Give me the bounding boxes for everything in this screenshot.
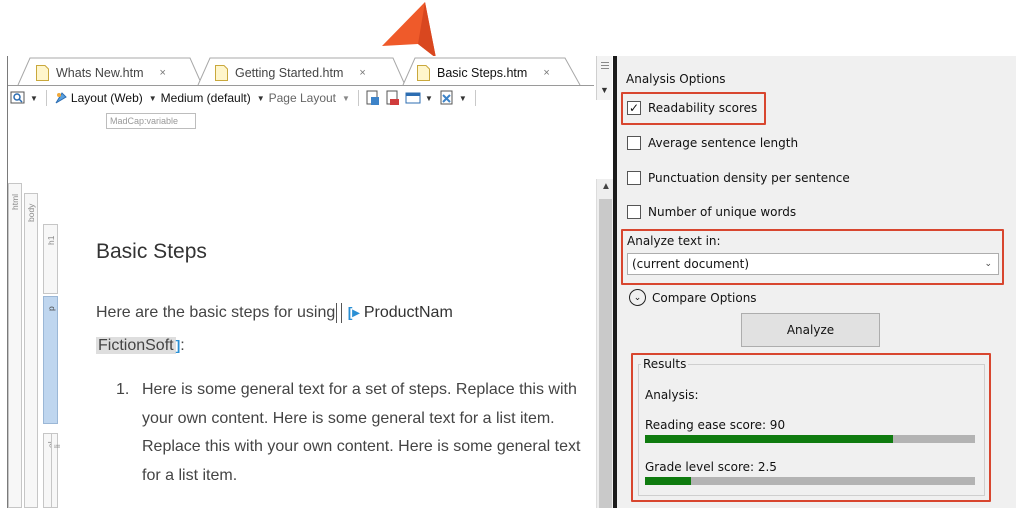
option-label: Punctuation density per sentence	[648, 171, 850, 185]
chevron-down-icon[interactable]: ▼	[30, 94, 38, 103]
structure-label: h1	[46, 235, 56, 245]
editor-pane: Whats New.htm × Getting Started.htm × Ba…	[7, 56, 613, 508]
tab-close-icon[interactable]: ×	[160, 67, 166, 79]
chevron-down-icon: ⌄	[984, 259, 992, 269]
toolbar-separator	[474, 90, 476, 106]
checkbox[interactable]	[627, 205, 641, 219]
tab-close-icon[interactable]: ×	[543, 67, 549, 79]
page-icon	[215, 65, 228, 81]
show-tags-icon[interactable]	[365, 90, 381, 106]
tab-overflow-menu[interactable]: ▼	[596, 56, 612, 100]
toolbar-separator	[45, 90, 47, 106]
chevron-down-icon[interactable]: ▼	[459, 94, 467, 103]
results-legend: Results	[641, 357, 689, 371]
list-number: 1.	[116, 381, 130, 398]
results-group: Results Analysis: Reading ease score: 90…	[635, 356, 987, 498]
grade-level-label: Grade level score: 2.5	[645, 460, 777, 474]
paragraph[interactable]: Here are the basic steps for using [▸ Pr…	[96, 296, 576, 362]
page-icon	[36, 65, 49, 81]
structure-label: body	[26, 203, 36, 222]
dropdown-icon[interactable]: ▼	[600, 85, 609, 95]
grade-level-progress-fill	[645, 477, 692, 485]
text-cursor	[336, 302, 343, 323]
option-label: Readability scores	[648, 101, 758, 115]
scrollbar-thumb[interactable]	[599, 199, 612, 508]
option-label: Average sentence length	[648, 136, 799, 150]
checkbox[interactable]	[627, 171, 641, 185]
analysis-label: Analysis:	[645, 388, 699, 402]
option-punctuation-density[interactable]: Punctuation density per sentence	[627, 171, 850, 185]
layout-dropdown[interactable]: Layout (Web)	[71, 91, 143, 105]
structure-label: html	[10, 193, 20, 210]
structure-bar-h1[interactable]: h1	[43, 224, 58, 294]
paragraph-text: Here are the basic steps for using	[96, 304, 336, 321]
editor-toolbar: ▼ Layout (Web) ▼ Medium (default) ▼ Page…	[8, 87, 596, 109]
show-changes-icon[interactable]	[385, 90, 401, 106]
chevron-down-icon[interactable]: ▼	[342, 94, 350, 103]
checkbox-checked[interactable]: ✓	[627, 101, 641, 115]
paragraph-suffix: :	[180, 337, 185, 354]
option-average-sentence-length[interactable]: Average sentence length	[627, 136, 798, 150]
analyze-text-select[interactable]: (current document) ⌄	[627, 253, 999, 275]
option-unique-words[interactable]: Number of unique words	[627, 205, 796, 219]
page-icon	[417, 65, 430, 81]
variable-start-icon: [▸	[347, 304, 360, 320]
structure-bar-p[interactable]: p	[43, 296, 58, 424]
structure-bar-li[interactable]: li	[51, 433, 62, 508]
chevron-down-icon[interactable]: ▼	[149, 94, 157, 103]
structure-bar-html[interactable]: html	[8, 183, 22, 508]
tab-whats-new[interactable]: Whats New.htm ×	[30, 60, 166, 86]
conditions-icon[interactable]	[439, 90, 455, 106]
preview-icon[interactable]	[10, 90, 26, 106]
reading-ease-label: Reading ease score: 90	[645, 418, 786, 432]
chevron-down-icon[interactable]: ▼	[257, 94, 265, 103]
tab-label: Basic Steps.htm	[437, 66, 528, 80]
medium-dropdown[interactable]: Medium (default)	[161, 91, 251, 105]
analysis-panel: Analysis Options ✓ Readability scores Av…	[617, 56, 1016, 508]
analyze-button[interactable]: Analyze	[741, 313, 880, 347]
page-layout-dropdown[interactable]: Page Layout	[269, 91, 336, 105]
panel-title: Analysis Options	[626, 72, 726, 86]
option-label: Number of unique words	[648, 205, 797, 219]
variable-value: FictionSoft	[96, 337, 176, 354]
tab-close-icon[interactable]: ×	[359, 67, 365, 79]
reading-ease-progress-bar	[645, 435, 975, 443]
grade-level-progress-bar	[645, 477, 975, 485]
expand-chevron-icon[interactable]: ⌄	[629, 289, 646, 306]
option-readability[interactable]: ✓ Readability scores	[627, 101, 757, 115]
reading-ease-progress-fill	[645, 435, 893, 443]
toolbar-separator	[357, 90, 359, 106]
heading-title[interactable]: Basic Steps	[96, 240, 207, 264]
select-value: (current document)	[632, 257, 750, 271]
vertical-scrollbar[interactable]: ▲	[596, 179, 613, 508]
compare-options-toggle[interactable]: ⌄ Compare Options	[629, 289, 757, 306]
variable-name: ProductNam	[363, 304, 453, 321]
structure-bar-body[interactable]: body	[24, 193, 38, 508]
list-item[interactable]: Here is some general text for a set of s…	[116, 376, 586, 490]
ordered-list[interactable]: 1. Here is some general text for a set o…	[116, 376, 586, 490]
structure-label: p	[46, 306, 56, 311]
layout-icon[interactable]	[53, 90, 69, 106]
tab-basic-steps[interactable]: Basic Steps.htm ×	[411, 60, 550, 86]
document-content[interactable]: Basic Steps Here are the basic steps for…	[86, 180, 590, 508]
window-icon[interactable]	[405, 90, 421, 106]
tab-label: Whats New.htm	[56, 66, 144, 80]
scroll-up-icon[interactable]: ▲	[601, 181, 611, 192]
chevron-down-icon[interactable]: ▼	[425, 94, 433, 103]
document-tab-bar: Whats New.htm × Getting Started.htm × Ba…	[8, 56, 613, 100]
grip-icon	[601, 62, 609, 63]
tab-getting-started[interactable]: Getting Started.htm ×	[209, 60, 366, 86]
callout-arrow-icon	[382, 2, 436, 58]
tab-label: Getting Started.htm	[235, 66, 344, 80]
checkbox[interactable]	[627, 136, 641, 150]
structure-label: li	[52, 444, 62, 448]
variable-tag-chip: MadCap:variable	[106, 113, 196, 129]
analyze-text-label: Analyze text in:	[627, 234, 721, 248]
compare-options-label: Compare Options	[652, 290, 757, 305]
